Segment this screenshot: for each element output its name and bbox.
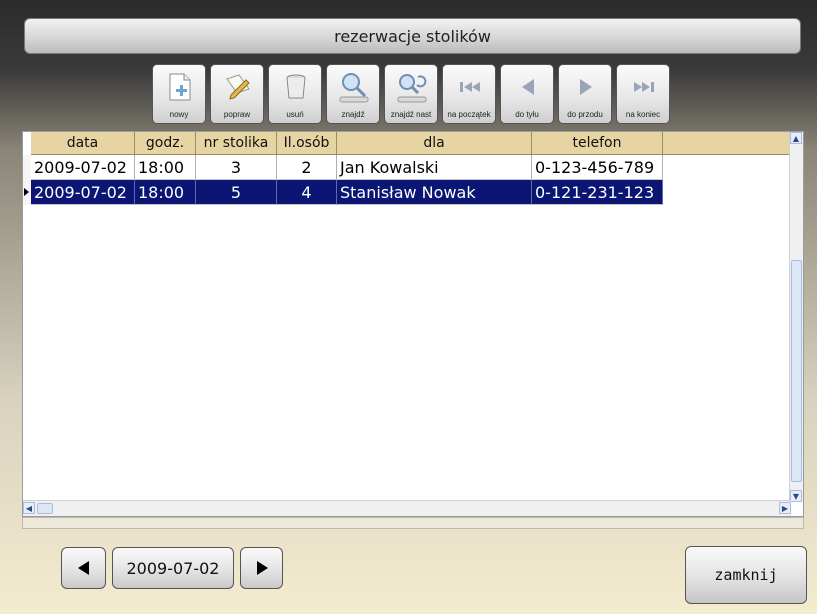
cell-time: 18:00	[135, 180, 196, 205]
cell-for: Stanisław Nowak	[337, 180, 532, 205]
first-record-icon	[460, 82, 480, 92]
scroll-left-icon[interactable]: ◀	[23, 502, 35, 514]
cell-date: 2009-07-02	[31, 180, 135, 205]
next-record-button-label: do przodu	[567, 110, 603, 119]
next-record-button[interactable]: do przodu	[558, 64, 612, 124]
toolbar: nowy popraw usuń znajdź znajdź nast na p…	[152, 64, 670, 124]
cell-guests: 2	[277, 155, 337, 180]
close-button[interactable]: zamknij	[685, 546, 807, 604]
column-header-guests[interactable]: Il.osób	[277, 132, 337, 155]
last-record-button-label: na koniec	[625, 110, 661, 119]
cell-date: 2009-07-02	[31, 155, 135, 180]
reservations-grid[interactable]: data godz. nr stolika Il.osób dla telefo…	[22, 131, 804, 517]
edit-icon	[226, 74, 250, 100]
scroll-down-icon[interactable]: ▼	[790, 490, 802, 502]
column-header-for[interactable]: dla	[337, 132, 532, 155]
row-indicator	[23, 155, 31, 180]
scroll-right-icon[interactable]: ▶	[779, 502, 791, 514]
scroll-up-icon[interactable]: ▲	[790, 132, 802, 144]
cell-phone: 0-123-456-789	[532, 155, 663, 180]
arrow-left-icon	[77, 561, 89, 575]
current-row-indicator	[23, 180, 31, 205]
previous-record-button[interactable]: do tyłu	[500, 64, 554, 124]
cell-phone: 0-121-231-123	[532, 180, 663, 205]
close-button-label: zamknij	[714, 566, 778, 584]
status-strip	[22, 517, 804, 529]
arrow-right-icon	[256, 561, 268, 575]
vertical-scrollbar[interactable]: ▲ ▼	[789, 132, 803, 502]
header-filler	[663, 132, 790, 155]
delete-button[interactable]: usuń	[268, 64, 322, 124]
previous-record-icon	[522, 79, 534, 95]
next-record-icon	[580, 79, 592, 95]
column-header-table-number[interactable]: nr stolika	[196, 132, 277, 155]
horizontal-scrollbar[interactable]: ◀ ▶	[23, 500, 791, 516]
column-header-date[interactable]: data	[31, 132, 135, 155]
last-record-icon	[634, 82, 654, 92]
window-title-bar: rezerwacje stolików	[24, 18, 801, 54]
new-document-icon	[169, 73, 191, 101]
table-row[interactable]: 2009-07-02 18:00 3 2 Jan Kowalski 0-123-…	[31, 155, 663, 180]
edit-button[interactable]: popraw	[210, 64, 264, 124]
current-row-arrow-icon	[24, 188, 29, 196]
trash-icon	[286, 74, 306, 99]
first-record-button[interactable]: na początek	[442, 64, 496, 124]
search-icon	[339, 73, 369, 103]
edit-button-label: popraw	[223, 110, 251, 119]
search-next-button-label: znajdź nast	[390, 110, 432, 119]
search-button[interactable]: znajdź	[326, 64, 380, 124]
cell-guests: 4	[277, 180, 337, 205]
search-next-button[interactable]: znajdź nast	[384, 64, 438, 124]
date-button[interactable]: 2009-07-02	[112, 547, 234, 589]
cell-table-number: 3	[196, 155, 277, 180]
column-header-phone[interactable]: telefon	[532, 132, 663, 155]
horizontal-scroll-thumb[interactable]	[37, 503, 53, 514]
date-value: 2009-07-02	[126, 558, 220, 578]
last-record-button[interactable]: na koniec	[616, 64, 670, 124]
vertical-scroll-thumb[interactable]	[791, 260, 802, 482]
cell-time: 18:00	[135, 155, 196, 180]
previous-record-button-label: do tyłu	[515, 110, 539, 119]
new-button[interactable]: nowy	[152, 64, 206, 124]
grid-header: data godz. nr stolika Il.osób dla telefo…	[31, 132, 790, 155]
search-next-icon	[397, 74, 427, 103]
first-record-button-label: na początek	[447, 110, 491, 119]
table-row-selected[interactable]: 2009-07-02 18:00 5 4 Stanisław Nowak 0-1…	[31, 180, 663, 205]
delete-button-label: usuń	[286, 110, 304, 119]
column-header-time[interactable]: godz.	[135, 132, 196, 155]
next-date-button[interactable]	[240, 547, 283, 589]
search-button-label: znajdź	[341, 110, 365, 119]
window-title: rezerwacje stolików	[334, 26, 491, 46]
previous-date-button[interactable]	[61, 547, 106, 589]
new-button-label: nowy	[169, 110, 189, 119]
cell-for: Jan Kowalski	[337, 155, 532, 180]
cell-table-number: 5	[196, 180, 277, 205]
